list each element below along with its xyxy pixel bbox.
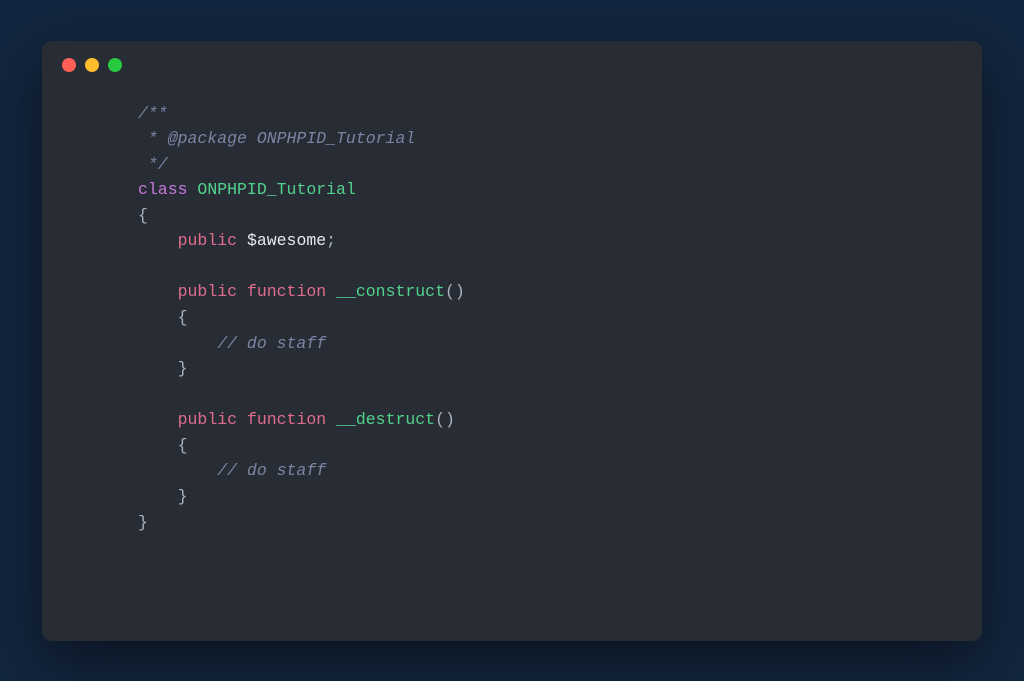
- keyword-function: function: [247, 410, 326, 429]
- brace: }: [178, 487, 188, 506]
- method-construct: __construct: [336, 282, 445, 301]
- variable: $awesome: [247, 231, 326, 250]
- window-titlebar: [42, 41, 982, 89]
- docblock-line: * @package ONPHPID_Tutorial: [138, 129, 415, 148]
- keyword-public: public: [178, 282, 237, 301]
- keyword-public: public: [178, 410, 237, 429]
- docblock-line: /**: [138, 104, 168, 123]
- parens: (): [445, 282, 465, 301]
- method-destruct: __destruct: [336, 410, 435, 429]
- comment: // do staff: [217, 461, 326, 480]
- brace: }: [178, 359, 188, 378]
- parens: (): [435, 410, 455, 429]
- maximize-icon[interactable]: [108, 58, 122, 72]
- minimize-icon[interactable]: [85, 58, 99, 72]
- semicolon: ;: [326, 231, 336, 250]
- comment: // do staff: [217, 334, 326, 353]
- keyword-class: class: [138, 180, 188, 199]
- keyword-public: public: [178, 231, 237, 250]
- code-block: /** * @package ONPHPID_Tutorial */ class…: [42, 89, 982, 536]
- class-name: ONPHPID_Tutorial: [197, 180, 355, 199]
- brace: {: [178, 436, 188, 455]
- keyword-function: function: [247, 282, 326, 301]
- brace: {: [178, 308, 188, 327]
- brace: {: [138, 206, 148, 225]
- code-window: /** * @package ONPHPID_Tutorial */ class…: [42, 41, 982, 641]
- close-icon[interactable]: [62, 58, 76, 72]
- docblock-line: */: [138, 155, 168, 174]
- brace: }: [138, 513, 148, 532]
